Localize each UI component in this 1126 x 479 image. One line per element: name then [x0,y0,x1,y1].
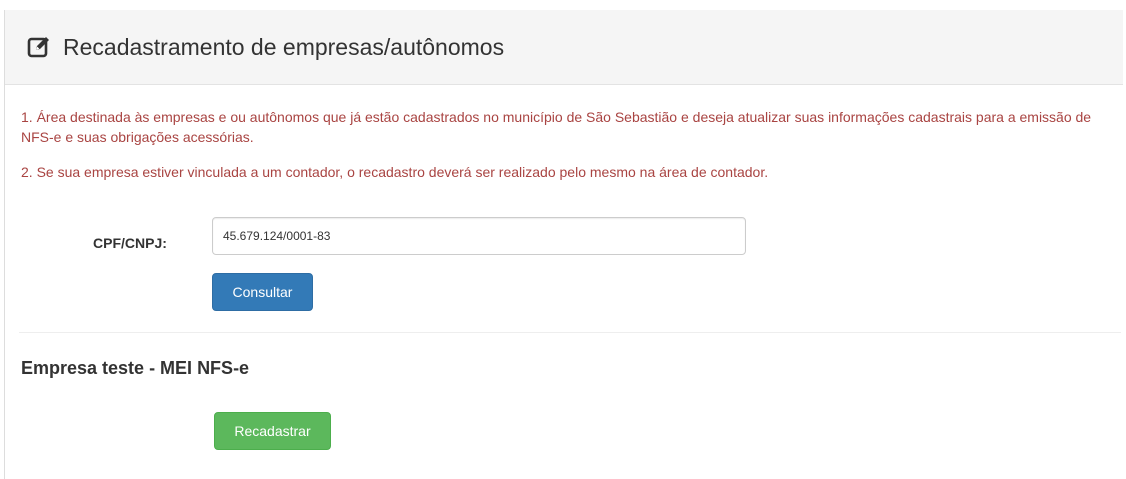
recadastro-panel: Recadastramento de empresas/autônomos 1.… [4,10,1126,479]
cpf-cnpj-input[interactable] [212,217,746,255]
panel-heading: Recadastramento de empresas/autônomos [5,10,1123,85]
cpf-cnpj-label: CPF/CNPJ: [93,235,167,251]
page-title: Recadastramento de empresas/autônomos [63,34,505,60]
edit-icon [27,35,51,59]
notice-accountant-info: 2. Se sua empresa estiver vinculada a um… [21,164,769,180]
notice-area-info: 1. Área destinada às empresas e ou autôn… [21,109,1092,145]
section-divider [19,332,1121,333]
consultar-button[interactable]: Consultar [212,273,313,311]
recadastrar-button[interactable]: Recadastrar [214,412,331,450]
company-name-heading: Empresa teste - MEI NFS-e [21,358,250,378]
